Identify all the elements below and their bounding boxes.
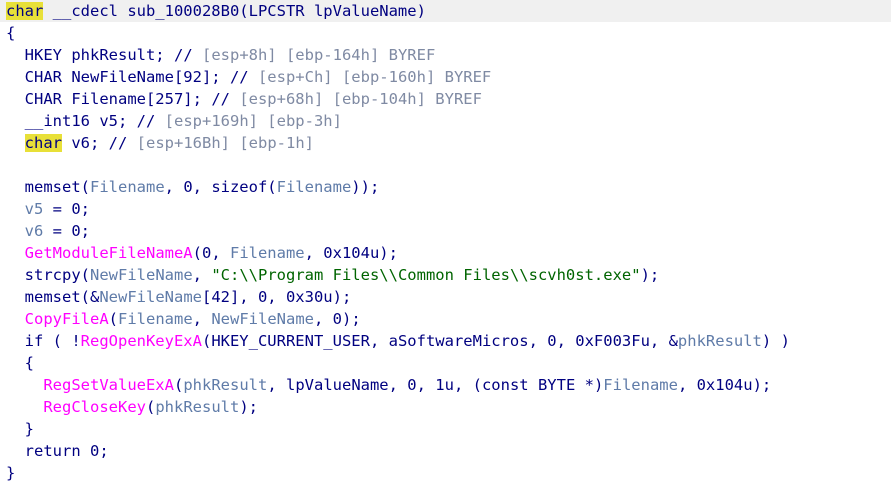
code-token: );: [239, 398, 258, 416]
code-token: //: [173, 46, 193, 64]
code-line[interactable]: CHAR NewFileName[92]; // [esp+Ch] [ebp-1…: [0, 66, 891, 88]
code-token: {: [6, 24, 16, 42]
code-line[interactable]: CopyFileA(Filename, NewFileName, 0);: [0, 308, 891, 330]
code-token: phkResult: [183, 376, 268, 394]
code-token: ,: [192, 310, 212, 328]
code-token: Filename: [229, 244, 305, 262]
code-line[interactable]: memset(&NewFileName[42], 0, 0x30u);: [0, 286, 891, 308]
code-token: strcpy(: [6, 266, 90, 284]
code-token: //: [229, 68, 249, 86]
code-token: RegOpenKeyExA: [80, 332, 202, 350]
code-token: NewFileName: [99, 288, 202, 306]
code-line[interactable]: {: [0, 22, 891, 44]
code-token: if ( !: [6, 332, 81, 350]
code-token: , 0);: [314, 310, 361, 328]
code-token: [42], 0, 0x30u);: [201, 288, 352, 306]
code-token: Filename: [118, 310, 193, 328]
code-token: memset(: [6, 178, 90, 196]
code-token: [esp+16Bh] [ebp-1h]: [127, 134, 314, 152]
code-token: [esp+8h] [ebp-164h] BYREF: [192, 46, 436, 64]
code-line[interactable]: HKEY phkResult; // [esp+8h] [ebp-164h] B…: [0, 44, 891, 66]
code-token: }: [6, 464, 16, 482]
code-token: ));: [351, 178, 380, 196]
code-token: char: [6, 2, 44, 20]
code-token: (HKEY_CURRENT_USER, aSoftwareMicros, 0, …: [201, 332, 678, 350]
code-token: {: [6, 354, 34, 372]
code-token: v5: [24, 200, 44, 218]
code-line[interactable]: char v6; // [esp+16Bh] [ebp-1h]: [0, 132, 891, 154]
code-token: [esp+Ch] [ebp-160h] BYREF: [248, 68, 492, 86]
code-line[interactable]: {: [0, 352, 891, 374]
code-line[interactable]: char __cdecl sub_100028B0(LPCSTR lpValue…: [0, 0, 891, 22]
code-token: (: [145, 398, 156, 416]
code-token: CHAR Filename[257];: [6, 90, 212, 108]
code-token: v6;: [62, 134, 109, 152]
code-line[interactable]: strcpy(NewFileName, "C:\\Program Files\\…: [0, 264, 891, 286]
code-token: char: [24, 134, 62, 152]
code-line[interactable]: [0, 154, 891, 176]
code-token: RegSetValueExA: [43, 376, 174, 394]
code-token: NewFileName: [90, 266, 193, 284]
code-line[interactable]: GetModuleFileNameA(0, Filename, 0x104u);: [0, 242, 891, 264]
code-token: = 0;: [43, 200, 91, 218]
code-line[interactable]: }: [0, 418, 891, 440]
code-line[interactable]: CHAR Filename[257]; // [esp+68h] [ebp-10…: [0, 88, 891, 110]
code-token: = 0;: [43, 222, 91, 240]
code-token: //: [136, 112, 156, 130]
code-token: RegCloseKey: [43, 398, 146, 416]
code-line[interactable]: v6 = 0;: [0, 220, 891, 242]
code-line[interactable]: if ( !RegOpenKeyExA(HKEY_CURRENT_USER, a…: [0, 330, 891, 352]
code-token: , lpValueName, 0, 1u, (const BYTE *): [267, 376, 604, 394]
code-token: memset(&: [6, 288, 100, 306]
code-token: GetModuleFileNameA: [24, 244, 193, 262]
pseudocode-view[interactable]: char __cdecl sub_100028B0(LPCSTR lpValue…: [0, 0, 891, 495]
code-token: __cdecl sub_100028B0(LPCSTR lpValueName): [43, 2, 426, 20]
code-token: , 0x104u);: [677, 376, 772, 394]
code-line[interactable]: memset(Filename, 0, sizeof(Filename));: [0, 176, 891, 198]
code-token: [esp+68h] [ebp-104h] BYREF: [229, 90, 482, 108]
code-token: phkResult: [155, 398, 240, 416]
code-token: HKEY phkResult;: [6, 46, 174, 64]
code-token: return 0;: [6, 442, 109, 460]
code-token: ,: [192, 266, 212, 284]
code-line[interactable]: __int16 v5; // [esp+169h] [ebp-3h]: [0, 110, 891, 132]
code-line[interactable]: RegSetValueExA(phkResult, lpValueName, 0…: [0, 374, 891, 396]
code-token: Filename: [90, 178, 165, 196]
code-token: Filename: [603, 376, 678, 394]
code-token: phkResult: [677, 332, 762, 350]
code-token: //: [211, 90, 230, 108]
code-line[interactable]: v5 = 0;: [0, 198, 891, 220]
code-token: );: [640, 266, 660, 284]
code-token: , 0x104u);: [304, 244, 398, 262]
code-token: [esp+169h] [ebp-3h]: [155, 112, 342, 130]
code-token: __int16 v5;: [6, 112, 137, 130]
code-token: v6: [24, 222, 44, 240]
code-token: (: [108, 310, 119, 328]
code-token: //: [108, 134, 128, 152]
code-token: }: [6, 420, 34, 438]
code-line[interactable]: }: [0, 462, 891, 484]
code-token: (0,: [192, 244, 230, 262]
code-token: "C:\\Program Files\\Common Files\\scvh0s…: [211, 266, 641, 284]
code-line[interactable]: RegCloseKey(phkResult);: [0, 396, 891, 418]
code-token: Filename: [276, 178, 352, 196]
code-line[interactable]: return 0;: [0, 440, 891, 462]
code-token: (: [173, 376, 184, 394]
code-token: , 0, sizeof(: [164, 178, 277, 196]
code-token: NewFileName: [211, 310, 314, 328]
code-token: ) ): [761, 332, 790, 350]
code-token: CHAR NewFileName[92];: [6, 68, 230, 86]
code-token: CopyFileA: [24, 310, 109, 328]
